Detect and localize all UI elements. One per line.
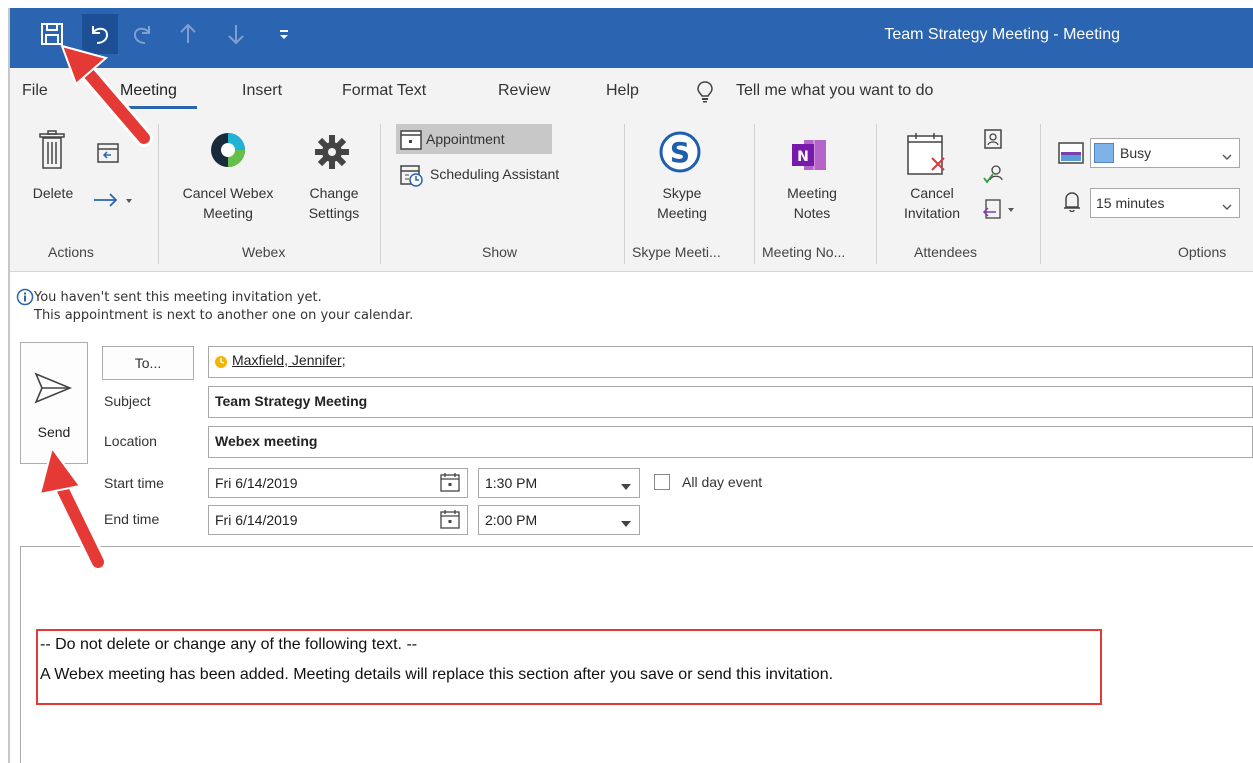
group-separator xyxy=(754,124,755,264)
tab-format-text[interactable]: Format Text xyxy=(342,82,426,100)
chevron-down-icon[interactable] xyxy=(620,517,632,532)
tell-me-search[interactable]: Tell me what you want to do xyxy=(736,82,933,100)
arrow-down-icon xyxy=(218,14,254,54)
skype-meeting-button[interactable]: Skype Meeting xyxy=(640,183,724,223)
arrow-up-icon xyxy=(170,14,206,54)
subject-input[interactable]: Team Strategy Meeting xyxy=(208,386,1253,418)
group-label-meeting-notes: Meeting No... xyxy=(762,244,846,260)
appointment-label: Appointment xyxy=(426,131,505,147)
tab-review[interactable]: Review xyxy=(498,82,550,100)
calendar-icon xyxy=(400,128,422,154)
gear-icon[interactable] xyxy=(312,132,352,176)
group-label-show: Show xyxy=(482,244,518,260)
tab-file[interactable]: File xyxy=(22,82,48,100)
change-settings-line1: Change xyxy=(309,185,359,201)
address-book-icon[interactable] xyxy=(982,128,1004,154)
send-label: Send xyxy=(37,424,71,440)
info-message-2: This appointment is next to another one … xyxy=(34,308,414,323)
show-as-value: Busy xyxy=(1120,145,1152,161)
group-label-webex: Webex xyxy=(242,244,286,260)
end-date-input[interactable]: Fri 6/14/2019 xyxy=(208,505,468,535)
onenote-icon[interactable]: N xyxy=(790,138,830,176)
meeting-notes-button[interactable]: Meeting Notes xyxy=(770,183,854,223)
scheduling-assistant-icon[interactable] xyxy=(400,163,424,191)
cancel-invitation-icon[interactable] xyxy=(904,132,952,182)
group-label-options: Options xyxy=(1178,244,1227,260)
svg-text:N: N xyxy=(797,149,809,165)
to-button[interactable]: To... xyxy=(102,346,194,380)
notes-line2: Notes xyxy=(793,205,831,221)
response-options-icon[interactable] xyxy=(982,198,1022,224)
scheduling-assistant-button[interactable]: Scheduling Assistant xyxy=(430,164,559,184)
lightbulb-icon xyxy=(696,80,714,108)
check-names-icon[interactable] xyxy=(982,164,1006,190)
cancel-invitation-line1: Cancel xyxy=(910,185,954,201)
busy-color-swatch xyxy=(1094,143,1114,163)
chevron-down-icon[interactable] xyxy=(1222,200,1232,215)
notes-line1: Meeting xyxy=(787,185,837,201)
info-message-1: You haven't sent this meeting invitation… xyxy=(34,290,322,305)
svg-text:S: S xyxy=(670,136,690,169)
annotation-arrow-save xyxy=(60,44,153,147)
top-margin xyxy=(0,0,1253,8)
bell-icon xyxy=(1062,190,1082,218)
end-time-dropdown[interactable]: 2:00 PM xyxy=(478,505,640,535)
group-label-skype: Skype Meeti... xyxy=(632,244,721,260)
group-separator xyxy=(380,124,381,264)
webex-logo-icon[interactable] xyxy=(208,130,248,174)
body-line-1: -- Do not delete or change any of the fo… xyxy=(40,636,418,653)
group-label-actions: Actions xyxy=(48,244,94,260)
all-day-label: All day event xyxy=(682,474,763,490)
group-separator xyxy=(876,124,877,264)
cancel-webex-line2: Meeting xyxy=(203,205,253,221)
tab-insert[interactable]: Insert xyxy=(242,82,282,100)
customize-toolbar-icon[interactable] xyxy=(266,14,302,54)
start-date-input[interactable]: Fri 6/14/2019 xyxy=(208,468,468,498)
reminder-value: 15 minutes xyxy=(1096,195,1165,211)
show-as-icon xyxy=(1058,142,1084,168)
group-separator xyxy=(624,124,625,264)
calendar-picker-icon[interactable] xyxy=(440,509,460,533)
to-recipient[interactable]: Maxfield, Jennifer; xyxy=(232,352,346,368)
skype-line1: Skype xyxy=(662,185,702,201)
to-field[interactable] xyxy=(208,346,1253,378)
send-icon xyxy=(34,372,73,408)
change-settings-line2: Settings xyxy=(308,205,360,221)
attendee-status-icon xyxy=(214,355,228,373)
delete-button[interactable]: Delete xyxy=(20,183,86,203)
group-label-attendees: Attendees xyxy=(914,244,978,260)
window-title: Team Strategy Meeting - Meeting xyxy=(884,26,1120,43)
tab-help[interactable]: Help xyxy=(606,82,639,100)
location-input[interactable]: Webex meeting xyxy=(208,426,1253,458)
info-icon xyxy=(16,288,34,310)
cancel-invitation-button[interactable]: Cancel Invitation xyxy=(890,183,974,223)
body-line-2: A Webex meeting has been added. Meeting … xyxy=(40,666,834,683)
all-day-checkbox[interactable] xyxy=(654,474,670,490)
subject-label: Subject xyxy=(104,393,151,409)
start-time-dropdown[interactable]: 1:30 PM xyxy=(478,468,640,498)
calendar-picker-icon[interactable] xyxy=(440,472,460,496)
group-separator xyxy=(1040,124,1041,264)
cancel-webex-line1: Cancel Webex xyxy=(182,185,274,201)
annotation-arrow-send xyxy=(38,445,107,571)
cancel-invitation-line2: Invitation xyxy=(903,205,961,221)
skype-line2: Meeting xyxy=(657,205,707,221)
skype-icon[interactable]: S xyxy=(658,130,702,178)
chevron-down-icon[interactable] xyxy=(620,480,632,495)
chevron-down-icon[interactable] xyxy=(1222,150,1232,165)
change-settings-button[interactable]: Change Settings xyxy=(296,183,372,223)
forward-arrow-icon[interactable] xyxy=(92,190,136,214)
cancel-webex-meeting-button[interactable]: Cancel Webex Meeting xyxy=(170,183,286,223)
